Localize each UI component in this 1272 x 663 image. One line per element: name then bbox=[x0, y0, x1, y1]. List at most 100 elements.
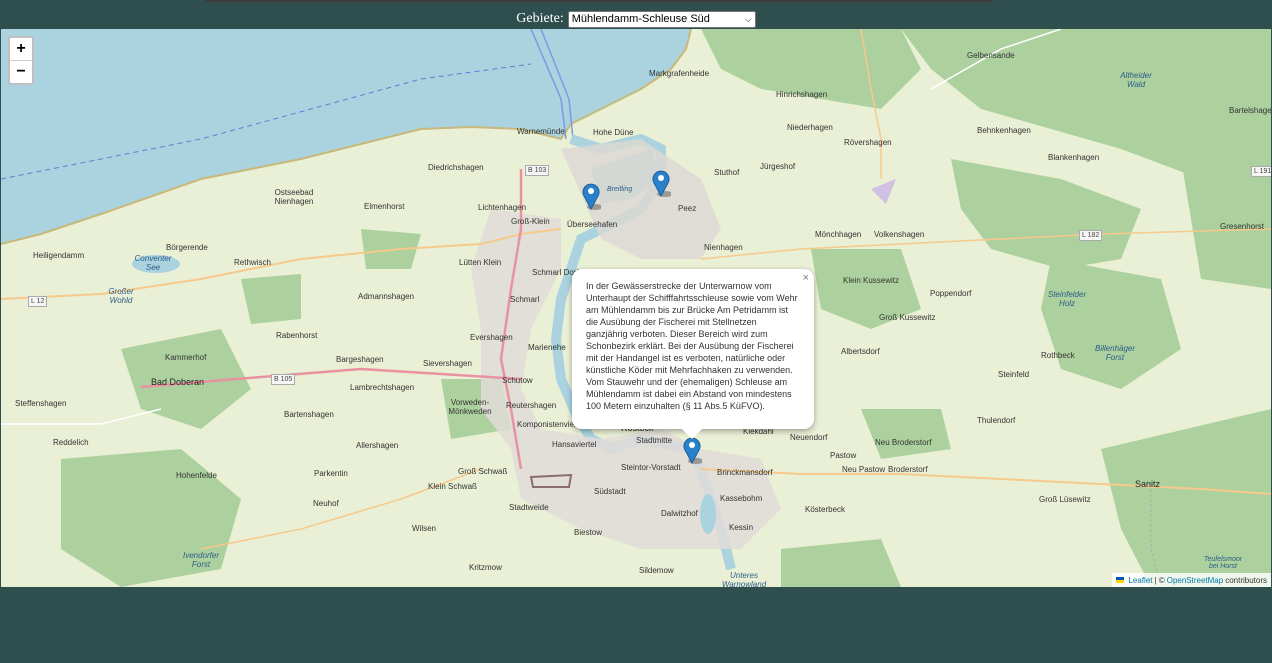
place-label: Lütten Klein bbox=[459, 258, 502, 267]
place-label: Großer Wohld bbox=[108, 287, 134, 305]
place-label: Pastow bbox=[830, 451, 857, 460]
zoom-out-button[interactable]: − bbox=[10, 61, 32, 83]
place-label: Poppendorf bbox=[930, 289, 972, 298]
place-label: Billenhäger Forst bbox=[1095, 344, 1136, 362]
leaflet-link[interactable]: Leaflet bbox=[1128, 576, 1152, 585]
place-label: Hansaviertel bbox=[552, 440, 597, 449]
place-label: Teufelsmoor bei Horst bbox=[1203, 556, 1243, 570]
area-select-value: Mühlendamm-Schleuse Süd bbox=[571, 13, 710, 25]
place-label: Bartenshagen bbox=[284, 410, 334, 419]
map-view[interactable]: Warnemünde Hohe Düne Markgrafenheide Hin… bbox=[1, 29, 1271, 587]
attribution-separator: | © bbox=[1154, 575, 1165, 585]
info-popup: × In der Gewässerstrecke der Unterwarnow… bbox=[572, 269, 814, 439]
place-label: Unteres Warnowland bbox=[721, 571, 767, 587]
place-label: Rabenhorst bbox=[276, 331, 318, 340]
place-label: Kritzmow bbox=[469, 563, 502, 572]
place-label: Sievershagen bbox=[423, 359, 472, 368]
place-label: Sildemow bbox=[639, 566, 674, 575]
place-label: Steinfeld bbox=[998, 370, 1030, 379]
popup-text: In der Gewässerstrecke der Unterwarnow v… bbox=[586, 281, 798, 411]
place-label: Biestow bbox=[574, 528, 603, 537]
place-label: Allershagen bbox=[356, 441, 399, 450]
place-label: Neuendorf bbox=[790, 433, 828, 442]
place-label: Schutow bbox=[502, 376, 533, 385]
place-label: Rethwisch bbox=[234, 258, 271, 267]
place-label: Altheider Wald bbox=[1120, 71, 1152, 89]
place-label: Neuhof bbox=[313, 499, 339, 508]
place-label: Südstadt bbox=[594, 487, 626, 496]
place-label: Volkenshagen bbox=[874, 230, 925, 239]
place-label: Parkentin bbox=[314, 469, 348, 478]
zoom-in-button[interactable]: + bbox=[10, 38, 32, 61]
place-label: Vorweden-Mönkweden bbox=[448, 398, 492, 416]
place-label: Überseehafen bbox=[567, 220, 618, 229]
place-label: Groß Kussewitz bbox=[879, 313, 936, 322]
area-toolbar: Gebiete: Mühlendamm-Schleuse Süd ⌵ bbox=[0, 8, 1272, 30]
place-label: Heiligendamm bbox=[33, 251, 85, 260]
road-number: L 182 bbox=[1079, 230, 1103, 241]
place-label: Warnemünde bbox=[517, 127, 565, 136]
place-label: Bad Doberan bbox=[151, 377, 205, 387]
place-label: Gresenhorst bbox=[1220, 222, 1265, 231]
place-label: Groß Schwaß bbox=[458, 467, 508, 476]
osm-link[interactable]: OpenStreetMap bbox=[1167, 576, 1223, 585]
place-label: Admannshagen bbox=[358, 292, 415, 301]
place-label: Kassebohm bbox=[720, 494, 763, 503]
place-label: Bartelshagen I bbox=[1229, 106, 1271, 115]
place-label: Kösterbeck bbox=[805, 505, 846, 514]
place-label: Rothbeck bbox=[1041, 351, 1075, 360]
place-label: Conventer See bbox=[134, 254, 172, 272]
attribution-suffix: contributors bbox=[1225, 575, 1267, 585]
place-label: Reddelich bbox=[53, 438, 89, 447]
place-label: Mönchhagen bbox=[815, 230, 862, 239]
place-label: Hohenfelde bbox=[176, 471, 217, 480]
place-label: Hohe Düne bbox=[593, 128, 634, 137]
place-label: Klein Kussewitz bbox=[843, 276, 900, 285]
place-label: Nienhagen bbox=[704, 243, 743, 252]
map-marker-icon[interactable] bbox=[581, 180, 601, 210]
place-label: Stuthof bbox=[714, 168, 740, 177]
place-label: Hinrichshagen bbox=[776, 90, 828, 99]
place-label: Ivendorfer Forst bbox=[182, 551, 220, 569]
place-label: Bargeshagen bbox=[336, 355, 384, 364]
zoom-control: + − bbox=[8, 36, 34, 85]
place-label: Behnkenhagen bbox=[977, 126, 1031, 135]
place-label: Schmarl bbox=[510, 295, 540, 304]
place-label: Stadtweide bbox=[509, 503, 549, 512]
place-label: Evershagen bbox=[470, 333, 513, 342]
place-label: Reutershagen bbox=[506, 401, 557, 410]
place-label: Lichtenhagen bbox=[478, 203, 527, 212]
place-label: Jürgeshof bbox=[760, 162, 796, 171]
place-label: Steinfelder Holz bbox=[1047, 290, 1087, 308]
place-label: Brinckmansdorf bbox=[717, 468, 773, 477]
place-label: Albertsdorf bbox=[841, 347, 880, 356]
chevron-down-icon: ⌵ bbox=[744, 13, 752, 24]
place-label: Wilsen bbox=[412, 524, 437, 533]
place-label: Peez bbox=[678, 204, 697, 213]
area-select[interactable]: Mühlendamm-Schleuse Süd ⌵ bbox=[567, 10, 756, 28]
place-label: Groß Lüsewitz bbox=[1039, 495, 1091, 504]
place-label: Broderstorf bbox=[888, 465, 928, 474]
place-label: Niederhagen bbox=[787, 123, 833, 132]
map-marker-icon[interactable] bbox=[651, 167, 671, 197]
place-label: Groß-Klein bbox=[511, 217, 550, 226]
place-label: Neu Broderstorf bbox=[875, 438, 932, 447]
road-number: L 191 bbox=[1251, 166, 1271, 177]
area-label: Gebiete: bbox=[516, 11, 564, 26]
place-label: Thulendorf bbox=[977, 416, 1016, 425]
place-label: Blankenhagen bbox=[1048, 153, 1100, 162]
place-label: Diedrichshagen bbox=[428, 163, 484, 172]
place-label: Kammerhof bbox=[165, 353, 207, 362]
place-label: Breitling bbox=[607, 186, 633, 193]
place-label: Stadtmitte bbox=[636, 436, 673, 445]
road-number: B 105 bbox=[271, 374, 296, 385]
place-label: Lambrechtshagen bbox=[350, 383, 415, 392]
top-strip bbox=[205, 0, 993, 2]
place-label: Elmenhorst bbox=[364, 202, 405, 211]
place-label: Neu Pastow bbox=[842, 465, 886, 474]
close-icon[interactable]: × bbox=[803, 272, 809, 284]
road-number: B 103 bbox=[525, 165, 550, 176]
map-attribution: Leaflet | © OpenStreetMap contributors bbox=[1112, 573, 1271, 587]
place-label: Rövershagen bbox=[844, 138, 892, 147]
place-label: Kessin bbox=[729, 523, 754, 532]
